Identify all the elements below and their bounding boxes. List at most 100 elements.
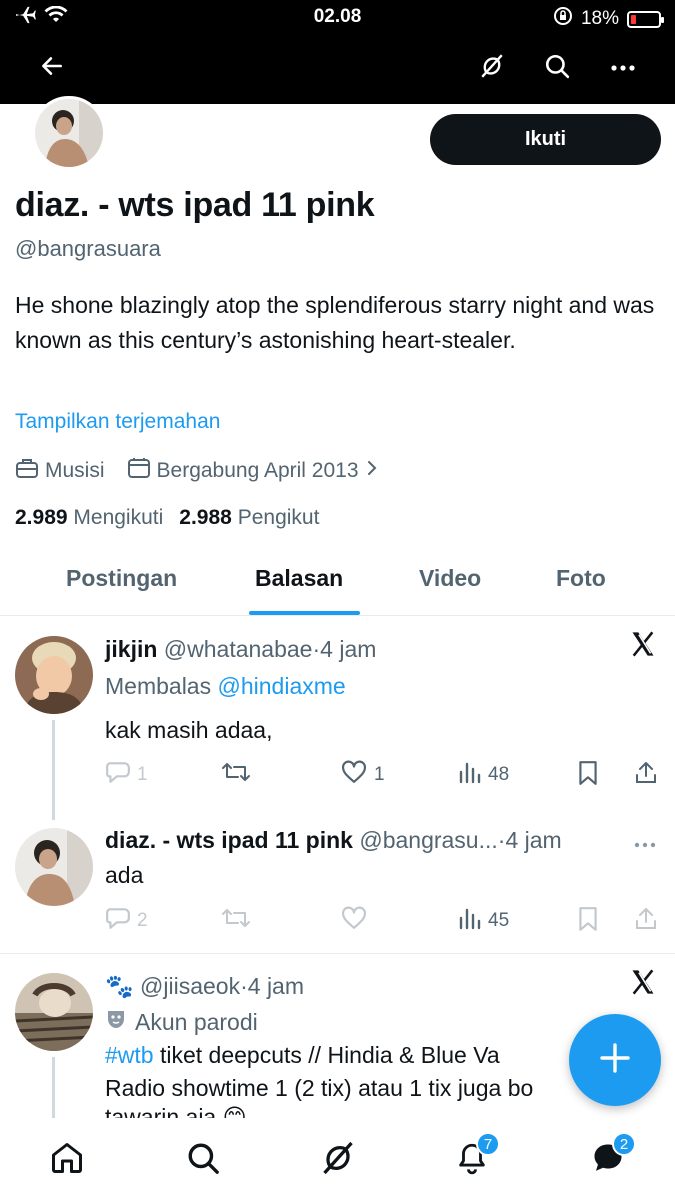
chevron-right-icon[interactable] — [365, 459, 379, 483]
nav-notifications[interactable]: 7 — [450, 1132, 500, 1182]
reply-button[interactable]: 1 — [105, 760, 148, 790]
active-tab-indicator — [249, 611, 360, 615]
tweet-text: ada — [105, 862, 144, 888]
mask-icon — [105, 1008, 127, 1036]
tab-replies[interactable]: Balasan — [255, 565, 343, 592]
nav-home[interactable] — [45, 1138, 89, 1182]
profile-avatar[interactable] — [32, 96, 106, 170]
status-bar: 02.08 18% — [0, 0, 675, 34]
x-logo-icon[interactable] — [629, 630, 657, 666]
tab-video[interactable]: Video — [419, 565, 481, 592]
nav-grok[interactable] — [316, 1138, 360, 1182]
arrow-left-icon — [39, 53, 65, 84]
tweet-text-clip: tawarin aja 😊 — [0, 1104, 675, 1118]
battery-fill — [631, 14, 636, 24]
back-button[interactable] — [32, 48, 72, 88]
grok-icon — [479, 53, 505, 84]
tab-posts[interactable]: Postingan — [66, 565, 177, 592]
tweet-separator: · — [240, 973, 248, 999]
compose-button[interactable] — [569, 1014, 661, 1106]
home-icon — [49, 1140, 85, 1181]
views-count: 48 — [488, 764, 510, 785]
more-button[interactable] — [603, 48, 643, 88]
top-bar: 02.08 18% — [0, 0, 675, 104]
tweet-author-name[interactable]: 🐾 — [105, 973, 134, 999]
retweet-button[interactable] — [221, 760, 257, 790]
replying-to-handle[interactable]: @hindiaxme — [218, 673, 346, 699]
tweet-time[interactable]: 4 jam — [248, 973, 304, 999]
replying-to: Membalas @hindiaxme — [105, 673, 346, 700]
tweet-avatar[interactable] — [15, 973, 93, 1051]
profile-tabs: Postingan Balasan Video Foto — [0, 550, 675, 616]
tweet-text-line-2: Radio showtime 1 (2 tix) atau 1 tix juga… — [105, 1075, 534, 1101]
status-right: 18% — [553, 6, 664, 32]
bookmark-button[interactable] — [577, 906, 599, 938]
share-button[interactable] — [634, 906, 658, 938]
profile-handle: @bangrasuara — [15, 236, 161, 261]
followers-label: Pengikut — [237, 506, 320, 529]
views-icon — [458, 906, 482, 936]
reply-icon — [105, 906, 131, 936]
heart-icon — [340, 760, 368, 790]
share-button[interactable] — [634, 760, 658, 792]
nav-messages[interactable]: 2 — [586, 1132, 636, 1182]
tab-photos[interactable]: Foto — [556, 565, 606, 592]
tweet-avatar[interactable] — [15, 828, 93, 906]
followers-stat[interactable]: 2.988 Pengikut — [179, 506, 319, 530]
hashtag-link[interactable]: #wtb — [105, 1042, 154, 1068]
bookmark-icon — [577, 906, 599, 938]
notifications-badge: 7 — [476, 1132, 500, 1156]
share-icon — [634, 906, 658, 938]
reply-icon — [105, 760, 131, 790]
views-icon — [458, 760, 482, 790]
tweet-header: diaz. - wts ipad 11 pink @bangrasu...·4 … — [105, 827, 562, 854]
tweet-time[interactable]: 4 jam — [505, 827, 561, 853]
retweet-button[interactable] — [221, 906, 257, 936]
calendar-icon — [127, 457, 151, 485]
orientation-lock-icon — [553, 6, 573, 32]
like-button[interactable] — [340, 906, 374, 936]
profile-joined[interactable]: Bergabung April 2013 — [157, 459, 359, 483]
tweet-author-handle[interactable]: @bangrasu... — [359, 827, 497, 853]
tweet-divider — [0, 953, 675, 954]
x-logo-icon[interactable] — [629, 968, 657, 1004]
nav-search[interactable] — [181, 1138, 225, 1182]
more-icon — [611, 59, 635, 77]
profile-stats: 2.989 Mengikuti 2.988 Pengikut — [15, 506, 319, 530]
tweet-author-handle[interactable]: @jiisaeok — [140, 973, 240, 999]
reply-button[interactable]: 2 — [105, 906, 148, 936]
views-button[interactable]: 45 — [458, 906, 509, 936]
following-stat[interactable]: 2.989 Mengikuti — [15, 506, 163, 530]
profile-category: Musisi — [45, 459, 105, 482]
battery-percent: 18% — [580, 8, 619, 29]
tweet-author-name[interactable]: diaz. - wts ipad 11 pink — [105, 827, 353, 853]
profile-name: diaz. - wts ipad 11 pink — [15, 186, 375, 224]
thread-line — [52, 720, 55, 820]
profile-bio: He shone blazingly atop the splendiferou… — [15, 292, 655, 353]
tweet-author-handle[interactable]: @whatanabae — [164, 636, 313, 662]
parody-label: Akun parodi — [135, 1008, 258, 1035]
bookmark-icon — [577, 760, 599, 792]
translate-link[interactable]: Tampilkan terjemahan — [15, 410, 220, 434]
reply-count: 2 — [137, 910, 148, 931]
search-icon — [186, 1141, 220, 1180]
more-icon — [634, 836, 656, 853]
tweet-time[interactable]: 4 jam — [320, 636, 376, 662]
bookmark-button[interactable] — [577, 760, 599, 792]
followers-count: 2.988 — [179, 506, 232, 529]
search-button[interactable] — [537, 48, 577, 88]
grok-button[interactable] — [472, 48, 512, 88]
share-icon — [634, 760, 658, 792]
tweet-author-name[interactable]: jikjin — [105, 636, 157, 662]
nav-row — [0, 48, 675, 88]
tweet-avatar[interactable] — [15, 636, 93, 714]
views-count: 45 — [488, 910, 510, 931]
follow-button[interactable]: Ikuti — [430, 114, 661, 165]
tweet-more-button[interactable] — [634, 836, 656, 854]
retweet-icon — [221, 906, 251, 936]
grok-icon — [320, 1140, 356, 1181]
views-button[interactable]: 48 — [458, 760, 509, 790]
heart-icon — [340, 906, 368, 936]
like-button[interactable]: 1 — [340, 760, 385, 790]
reply-count: 1 — [137, 764, 148, 785]
